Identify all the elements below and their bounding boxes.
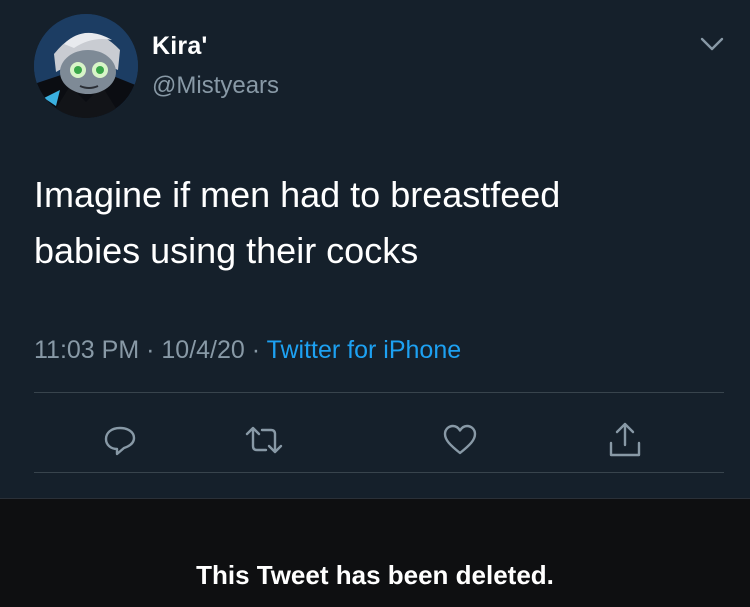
tweet-time[interactable]: 11:03 PM xyxy=(34,336,139,364)
meta-separator: · xyxy=(251,336,261,364)
avatar[interactable] xyxy=(34,14,138,118)
retweet-icon[interactable] xyxy=(244,420,284,460)
reply-icon[interactable] xyxy=(100,420,140,460)
deleted-notice-text: This Tweet has been deleted. xyxy=(196,560,554,590)
tweet-date[interactable]: 10/4/20 xyxy=(161,336,244,364)
tweet-source-link[interactable]: Twitter for iPhone xyxy=(267,336,462,364)
share-icon[interactable] xyxy=(605,420,645,460)
meta-separator: · xyxy=(146,336,155,364)
tweet-text: Imagine if men had to breastfeed babies … xyxy=(34,167,714,279)
tweet-metadata: 11:03 PM · 10/4/20 · Twitter for iPhone xyxy=(34,336,461,365)
display-name[interactable]: Kira' xyxy=(152,32,208,61)
like-icon[interactable] xyxy=(440,420,480,460)
tweet-text-line: babies using their cocks xyxy=(34,230,419,271)
divider xyxy=(34,472,724,473)
chevron-down-icon[interactable] xyxy=(698,34,726,54)
user-handle[interactable]: @Mistyears xyxy=(152,72,279,100)
avatar-image xyxy=(34,14,138,118)
tweet-text-line: Imagine if men had to breastfeed xyxy=(34,174,561,215)
tweet-card: Kira' @Mistyears Imagine if men had to b… xyxy=(0,0,750,498)
divider xyxy=(34,392,724,393)
